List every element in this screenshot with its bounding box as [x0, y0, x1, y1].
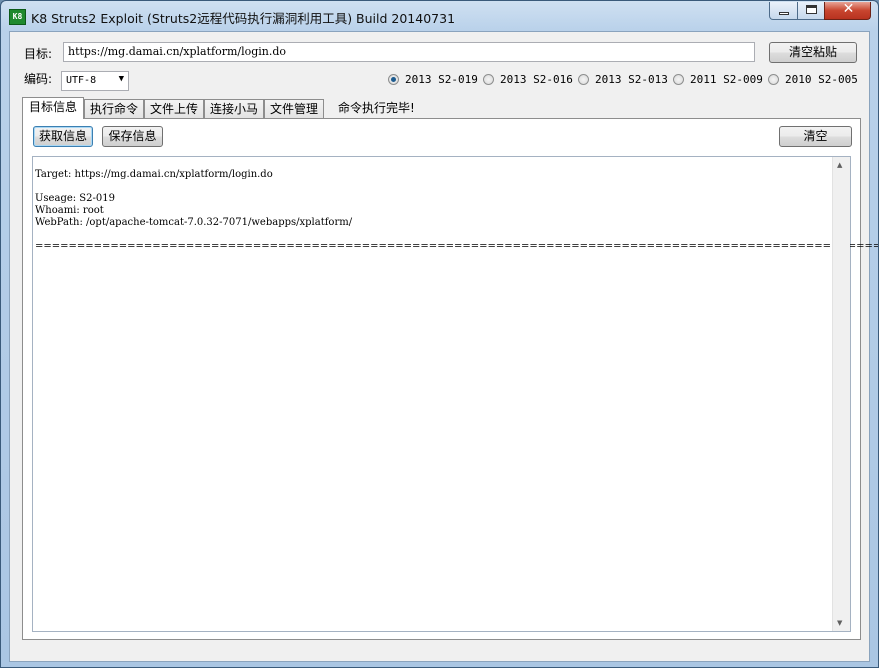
- radio-label: 2013 S2-016: [500, 73, 573, 86]
- client-area: 目标: https://mg.damai.cn/xplatform/login.…: [9, 31, 878, 662]
- radio-label: 2011 S2-009: [690, 73, 763, 86]
- radio-indicator: [673, 74, 684, 85]
- target-url-input[interactable]: https://mg.damai.cn/xplatform/login.do: [63, 42, 755, 62]
- target-info-panel: 获取信息 保存信息 清空 Target: https://mg.damai.cn…: [22, 118, 878, 640]
- radio-label: 2013 S2-013: [595, 73, 668, 86]
- output-textarea[interactable]: Target: https://mg.damai.cn/xplatform/lo…: [32, 156, 878, 632]
- scroll-up-icon[interactable]: ▲: [837, 161, 842, 169]
- app-icon: K8: [9, 9, 26, 25]
- radio-indicator: [578, 74, 589, 85]
- radio-label: 2013 S2-019: [405, 73, 478, 86]
- radio-indicator-selected: [388, 74, 399, 85]
- encoding-value: UTF-8: [66, 75, 97, 86]
- scroll-down-icon[interactable]: ▼: [837, 619, 842, 627]
- status-text: 命令执行完毕!: [338, 101, 415, 115]
- maximize-button[interactable]: [797, 2, 825, 20]
- tab-execute-command[interactable]: 执行命令: [84, 99, 144, 118]
- clear-button[interactable]: 清空: [779, 126, 852, 147]
- encoding-label: 编码:: [24, 72, 53, 86]
- minimize-button[interactable]: [769, 2, 798, 20]
- maximize-icon: [806, 5, 817, 14]
- title-bar[interactable]: K8 K8 Struts2 Exploit (Struts2远程代码执行漏洞利用…: [1, 1, 878, 31]
- save-info-button[interactable]: 保存信息: [102, 126, 163, 147]
- tab-connect-shell[interactable]: 连接小马: [204, 99, 264, 118]
- radio-indicator: [768, 74, 779, 85]
- main-window: K8 K8 Struts2 Exploit (Struts2远程代码执行漏洞利用…: [0, 0, 879, 668]
- close-icon: ✕: [842, 1, 855, 17]
- chevron-down-icon: ▼: [118, 74, 124, 84]
- clear-paste-button[interactable]: 清空粘贴: [769, 42, 857, 63]
- get-info-button[interactable]: 获取信息: [33, 126, 93, 147]
- status-strip: [10, 644, 869, 661]
- radio-indicator: [483, 74, 494, 85]
- vertical-scrollbar[interactable]: ▲ ▼: [832, 157, 850, 631]
- output-text: Target: https://mg.damai.cn/xplatform/lo…: [35, 169, 878, 252]
- tab-file-upload[interactable]: 文件上传: [144, 99, 204, 118]
- encoding-select[interactable]: UTF-8 ▼: [61, 71, 129, 91]
- target-label: 目标:: [24, 47, 53, 61]
- close-button[interactable]: ✕: [824, 1, 871, 20]
- radio-label: 2010 S2-005: [785, 73, 858, 86]
- window-title: K8 Struts2 Exploit (Struts2远程代码执行漏洞利用工具)…: [31, 11, 456, 26]
- minimize-icon: [779, 12, 789, 15]
- tab-file-manager[interactable]: 文件管理: [264, 99, 324, 118]
- tab-target-info[interactable]: 目标信息: [22, 97, 84, 119]
